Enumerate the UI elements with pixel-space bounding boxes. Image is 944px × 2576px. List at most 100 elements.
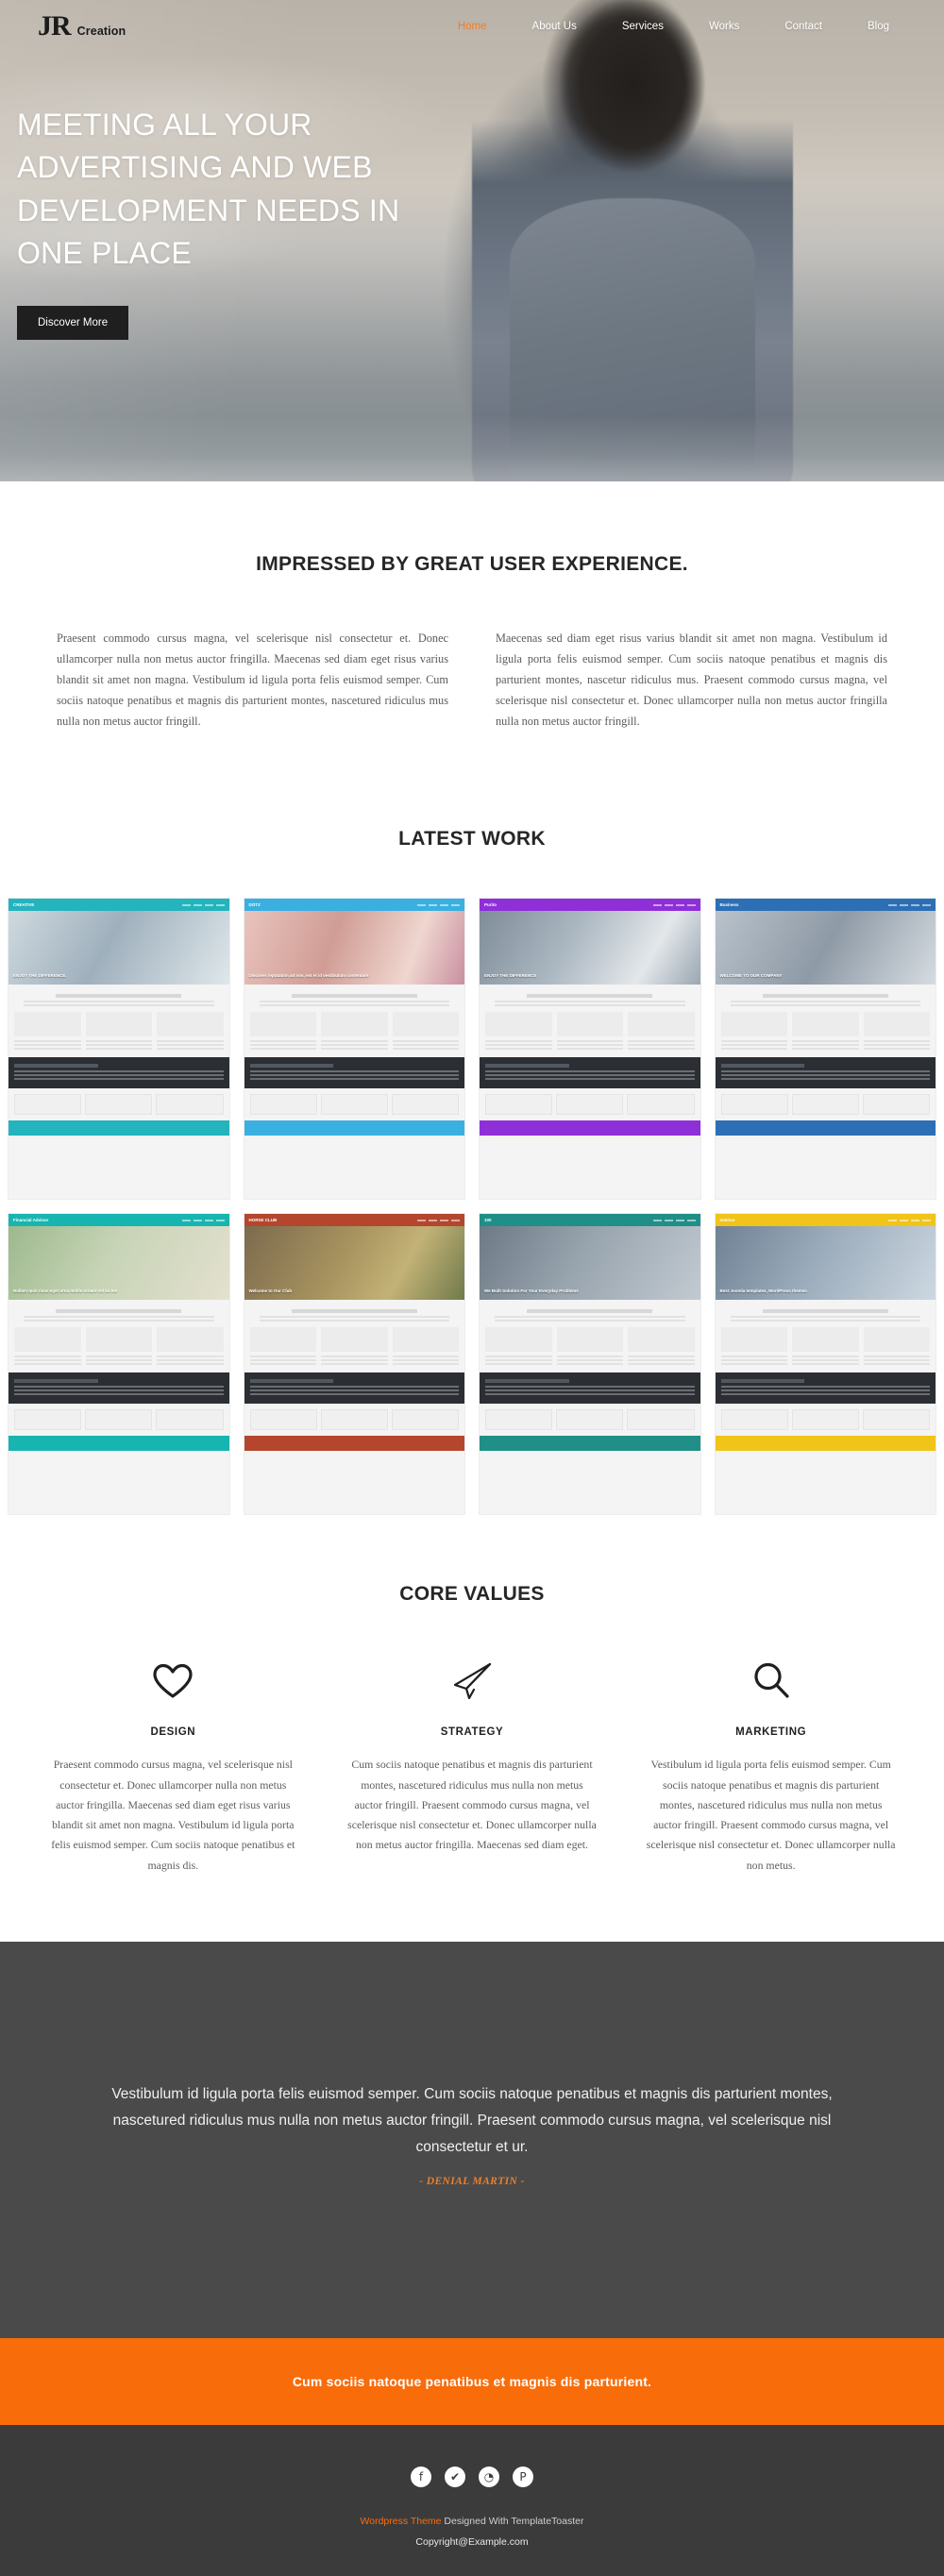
core-value-name: MARKETING — [735, 1726, 807, 1739]
work-card-dark-band — [715, 1057, 936, 1089]
work-card-columns — [14, 1327, 224, 1367]
footer-credit: Wordpress Theme Designed With TemplateTo… — [0, 2516, 944, 2527]
work-card-navbar: metrics — [715, 1214, 936, 1227]
work-card-tiles — [480, 1404, 700, 1436]
landing-page: JR Creation Home About Us Services Works… — [0, 0, 944, 2576]
work-card-headline: Welcome to Our Club — [248, 1288, 293, 1293]
work-card-headline: WELCOME TO OUR COMPANY — [719, 972, 783, 978]
work-card-columns — [14, 1012, 224, 1052]
work-card-columns — [249, 1327, 459, 1367]
nav-item-blog[interactable]: Blog — [845, 21, 912, 32]
work-card-footer — [715, 1436, 936, 1452]
work-card-hero: Nullam quis risus eget urna mollis ornar… — [8, 1226, 229, 1301]
work-card-tiles — [480, 1088, 700, 1120]
hero-section: JR Creation Home About Us Services Works… — [0, 0, 944, 481]
work-card-hero: ENJOY THE DIFFERENCE. — [8, 911, 229, 985]
twitter-icon[interactable]: ✔ — [445, 2467, 465, 2488]
work-card-body — [716, 1300, 936, 1372]
work-card-dark-band — [715, 1372, 936, 1405]
testimonial-author: - DENIAL MARTIN - — [419, 2176, 525, 2188]
work-card-navbar: 100 — [480, 1214, 700, 1227]
work-card-tiles — [244, 1088, 465, 1120]
hero-headline: MEETING ALL YOUR ADVERTISING AND WEB DEV… — [17, 108, 400, 271]
work-card-logo: HORSE CLUB — [248, 1217, 278, 1222]
facebook-icon[interactable]: f — [411, 2467, 431, 2488]
work-card-dark-band — [8, 1372, 229, 1405]
nav-item-about-us[interactable]: About Us — [510, 21, 599, 32]
core-value-design: DESIGN Praesent commodo cursus magna, ve… — [38, 1657, 309, 1875]
core-value-name: STRATEGY — [440, 1726, 504, 1739]
work-card[interactable]: CREATIVE ENJOY THE DIFFERENCE. — [8, 898, 230, 1201]
work-card-navbar: Business — [715, 899, 936, 912]
work-card-body — [480, 985, 700, 1057]
nav-item-works[interactable]: Works — [686, 21, 762, 32]
core-values-title: CORE VALUES — [399, 1583, 545, 1606]
nav-item-contact[interactable]: Contact — [762, 21, 845, 32]
brand-logo[interactable]: JR Creation — [38, 12, 126, 41]
work-card-headline: We Built Solution For Your Everyday Prob… — [484, 1288, 579, 1293]
work-card-navbar: HORSE CLUB — [244, 1214, 464, 1227]
work-card-navbar: Financial Advisor — [8, 1214, 229, 1227]
work-card[interactable]: Purito ENJOY THE DIFFERENCE — [479, 898, 701, 1201]
impressed-paragraph-right: Maecenas sed diam eget risus varius blan… — [496, 631, 887, 728]
work-card-body — [8, 985, 229, 1057]
work-card-tiles — [8, 1404, 229, 1436]
core-values-section: CORE VALUES DESIGN Praesent commodo curs… — [0, 1515, 944, 1942]
core-value-text: Vestibulum id ligula porta felis euismod… — [646, 1758, 896, 1872]
latest-work-section: LATEST WORK CREATIVE ENJOY THE DIFFERENC… — [0, 769, 944, 1516]
work-card-dark-band — [480, 1057, 700, 1089]
cta-banner[interactable]: Cum sociis natoque penatibus et magnis d… — [0, 2338, 944, 2426]
work-card-columns — [720, 1327, 930, 1367]
work-card-hero: ENJOY THE DIFFERENCE — [480, 911, 700, 985]
work-card-logo: DOTZ — [248, 901, 261, 907]
footer-credit-suffix: Designed With TemplateToaster — [441, 2516, 584, 2528]
work-card[interactable]: Financial Advisor Nullam quis risus eget… — [8, 1213, 230, 1516]
work-card-body — [480, 1300, 700, 1372]
magnifier-icon — [635, 1657, 906, 1706]
core-value-name: DESIGN — [150, 1726, 196, 1739]
work-card-body — [244, 1300, 465, 1372]
work-card-tiles — [716, 1404, 936, 1436]
work-card-navbar: Purito — [480, 899, 700, 912]
work-card-logo: Financial Advisor — [13, 1217, 49, 1222]
core-values-grid: DESIGN Praesent commodo cursus magna, ve… — [0, 1657, 944, 1875]
work-card-footer — [8, 1120, 229, 1136]
work-card-body — [8, 1300, 229, 1372]
work-card-navbar: CREATIVE — [8, 899, 229, 912]
brand-monogram: JR — [38, 10, 72, 42]
latest-work-title: LATEST WORK — [398, 828, 546, 850]
work-card-navbar: DOTZ — [244, 899, 464, 912]
work-card[interactable]: HORSE CLUB Welcome to Our Club — [243, 1213, 465, 1516]
core-value-strategy: STRATEGY Cum sociis natoque penatibus et… — [337, 1657, 608, 1875]
social-links: f ✔ ◔ P — [0, 2467, 944, 2488]
core-value-marketing: MARKETING Vestibulum id ligula porta fel… — [635, 1657, 906, 1875]
work-card[interactable]: 100 We Built Solution For Your Everyday … — [479, 1213, 701, 1516]
work-card-dark-band — [480, 1372, 700, 1405]
work-card-hero: Discover reputation ad nos, est et id ve… — [244, 911, 464, 985]
work-card-footer — [244, 1436, 464, 1452]
work-card-tiles — [8, 1088, 229, 1120]
hero-bottom-fade — [0, 415, 944, 481]
work-card-hero: WELCOME TO OUR COMPANY — [715, 911, 936, 985]
nav-item-services[interactable]: Services — [599, 21, 686, 32]
impressed-columns: Praesent commodo cursus magna, vel scele… — [0, 629, 944, 732]
pinterest-icon[interactable]: P — [513, 2467, 533, 2488]
nav-item-home[interactable]: Home — [435, 21, 510, 32]
rss-icon[interactable]: ◔ — [479, 2467, 499, 2488]
footer-credit-link[interactable]: Wordpress Theme — [361, 2516, 442, 2527]
work-card-headline: Discover reputation ad nos, est et id ve… — [248, 972, 369, 978]
work-card-hero: Best Joomla templates, WordPress themes — [715, 1226, 936, 1301]
hero-content: MEETING ALL YOUR ADVERTISING AND WEB DEV… — [17, 104, 461, 340]
work-card-logo: Business — [719, 901, 739, 907]
nav-menu: Home About Us Services Works Contact Blo… — [435, 21, 912, 32]
work-card-headline: Nullam quis risus eget urna mollis ornar… — [13, 1288, 118, 1293]
work-card-dark-band — [244, 1372, 464, 1405]
work-card[interactable]: DOTZ Discover reputation ad nos, est et … — [243, 898, 465, 1201]
work-card-footer — [8, 1436, 229, 1452]
work-card[interactable]: metrics Best Joomla templates, WordPress… — [714, 1213, 936, 1516]
work-card-footer — [715, 1120, 936, 1136]
testimonial-text: Vestibulum id ligula porta felis euismod… — [111, 2085, 833, 2156]
work-card[interactable]: Business WELCOME TO OUR COMPANY — [714, 898, 936, 1201]
discover-more-button[interactable]: Discover More — [17, 305, 129, 340]
work-card-columns — [485, 1327, 695, 1367]
